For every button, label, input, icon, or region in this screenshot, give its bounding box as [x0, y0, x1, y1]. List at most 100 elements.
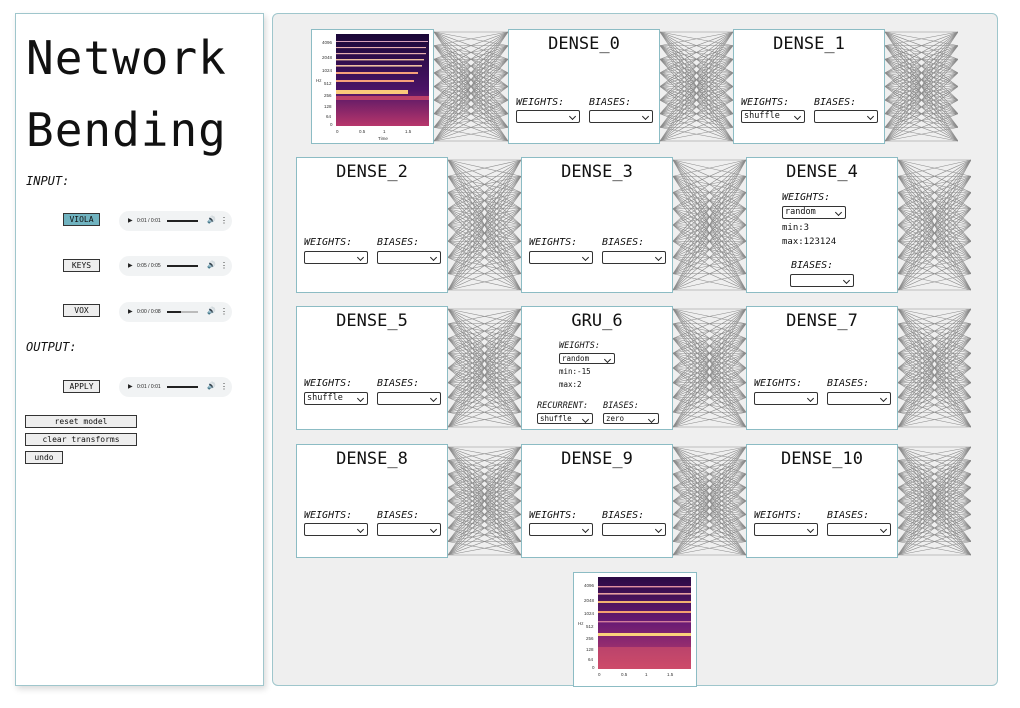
app-title: Network Bending	[26, 31, 227, 157]
network-connections	[898, 446, 971, 556]
biases-select[interactable]	[377, 523, 441, 536]
audio-player-viola[interactable]: ▶ 0:01 / 0:01 🔊 ⋮	[119, 211, 232, 231]
weights-select[interactable]	[754, 392, 818, 405]
play-icon[interactable]: ▶	[128, 217, 133, 224]
play-icon[interactable]: ▶	[128, 262, 133, 269]
input-spectrogram: 4096 2048 1024 512 256 128 64 0 0 0.5 1 …	[311, 29, 434, 144]
layer-name: GRU_6	[571, 311, 623, 331]
control-panel: Network Bending INPUT: VIOLA ▶ 0:01 / 0:…	[15, 13, 264, 686]
biases-select[interactable]: zero	[603, 413, 659, 424]
biases-select[interactable]	[827, 392, 891, 405]
play-icon[interactable]: ▶	[128, 308, 133, 315]
recurrent-select[interactable]: shuffle	[537, 413, 593, 424]
ytick-label: 128	[324, 104, 332, 109]
weights-select[interactable]	[516, 110, 580, 123]
ytick-label: 64	[588, 657, 594, 662]
network-panel: 4096 2048 1024 512 256 128 64 0 0 0.5 1 …	[272, 13, 998, 687]
xtick-label: 1	[645, 672, 648, 677]
audio-player-output[interactable]: ▶ 0:01 / 0:01 🔊 ⋮	[119, 377, 232, 397]
biases-select[interactable]	[827, 523, 891, 536]
layer-card-dense-4: DENSE_4 WEIGHTS: random min:3 max:123124…	[746, 157, 898, 293]
xtick-label: 1.5	[405, 129, 412, 134]
progress-bar[interactable]	[167, 220, 198, 222]
yaxis-label: Hz	[578, 621, 584, 626]
xtick-label: 0	[598, 672, 601, 677]
weights-select[interactable]	[529, 251, 593, 264]
biases-label: BIASES:	[589, 97, 632, 108]
spectrogram-plot: 4096 2048 1024 512 256 128 64 0 0 0.5 1 …	[316, 34, 429, 141]
network-connections	[448, 308, 521, 428]
more-options-icon[interactable]: ⋮	[220, 216, 228, 225]
clear-transforms-button[interactable]: clear transforms	[25, 433, 137, 446]
weights-label: WEIGHTS:	[782, 192, 831, 203]
input-vox-button[interactable]: VOX	[63, 304, 100, 317]
ytick-label: 256	[324, 93, 332, 98]
biases-label: BIASES:	[827, 510, 870, 521]
weights-select[interactable]: shuffle	[741, 110, 805, 123]
input-keys-button[interactable]: KEYS	[63, 259, 100, 272]
biases-select[interactable]	[790, 274, 854, 287]
weights-select[interactable]	[754, 523, 818, 536]
volume-icon[interactable]: 🔊	[207, 382, 216, 390]
biases-select[interactable]	[602, 523, 666, 536]
biases-label: BIASES:	[602, 237, 645, 248]
biases-label: BIASES:	[603, 401, 639, 411]
biases-select[interactable]	[602, 251, 666, 264]
network-connections	[673, 446, 746, 556]
weights-max: max:123124	[782, 237, 837, 247]
ytick-label: 2048	[584, 598, 595, 603]
weights-label: WEIGHTS:	[304, 378, 353, 389]
network-connections	[885, 31, 958, 142]
layer-card-dense-3: DENSE_3 WEIGHTS: BIASES:	[521, 157, 673, 293]
volume-icon[interactable]: 🔊	[207, 261, 216, 269]
progress-bar[interactable]	[167, 311, 198, 313]
ytick-label: 4096	[584, 583, 595, 588]
output-heading: OUTPUT:	[26, 340, 77, 354]
undo-button[interactable]: undo	[25, 451, 63, 464]
progress-bar[interactable]	[167, 265, 198, 267]
weights-label: WEIGHTS:	[741, 97, 790, 108]
xtick-label: 0.5	[621, 672, 628, 677]
input-viola-button[interactable]: VIOLA	[63, 213, 100, 226]
ytick-label: 4096	[322, 40, 333, 45]
biases-select[interactable]	[377, 392, 441, 405]
ytick-label: 512	[324, 81, 332, 86]
weights-label: WEIGHTS:	[516, 97, 565, 108]
layer-name: DENSE_7	[786, 311, 858, 331]
play-icon[interactable]: ▶	[128, 383, 133, 390]
more-options-icon[interactable]: ⋮	[220, 261, 228, 270]
weights-select[interactable]: random	[782, 206, 846, 219]
ytick-label: 2048	[322, 55, 333, 60]
weights-label: WEIGHTS:	[304, 510, 353, 521]
network-connections	[448, 446, 521, 556]
progress-bar[interactable]	[167, 386, 198, 388]
apply-button[interactable]: APPLY	[63, 380, 100, 393]
audio-time: 0:01 / 0:01	[137, 218, 161, 224]
xtick-label: 0	[336, 129, 339, 134]
biases-select[interactable]	[377, 251, 441, 264]
weights-select[interactable]	[304, 251, 368, 264]
more-options-icon[interactable]: ⋮	[220, 307, 228, 316]
more-options-icon[interactable]: ⋮	[220, 382, 228, 391]
weights-max: max:2	[559, 380, 582, 389]
biases-select[interactable]	[589, 110, 653, 123]
network-connections	[898, 159, 971, 291]
biases-label: BIASES:	[377, 237, 420, 248]
weights-select[interactable]: random	[559, 353, 615, 364]
weights-label: WEIGHTS:	[754, 378, 803, 389]
volume-icon[interactable]: 🔊	[207, 307, 216, 315]
layer-card-dense-2: DENSE_2 WEIGHTS: BIASES:	[296, 157, 448, 293]
audio-player-keys[interactable]: ▶ 0:05 / 0:05 🔊 ⋮	[119, 256, 232, 276]
layer-card-dense-9: DENSE_9 WEIGHTS: BIASES:	[521, 444, 673, 558]
weights-select[interactable]	[304, 523, 368, 536]
volume-icon[interactable]: 🔊	[207, 216, 216, 224]
reset-model-button[interactable]: reset model	[25, 415, 137, 428]
layer-card-dense-0: DENSE_0 WEIGHTS: BIASES:	[508, 29, 660, 144]
weights-select[interactable]: shuffle	[304, 392, 368, 405]
weights-select[interactable]	[529, 523, 593, 536]
weights-min: min:3	[782, 223, 810, 233]
ytick-label: 0	[592, 665, 595, 670]
audio-player-vox[interactable]: ▶ 0:00 / 0:08 🔊 ⋮	[119, 302, 232, 322]
ytick-label: 64	[326, 114, 332, 119]
biases-select[interactable]	[814, 110, 878, 123]
